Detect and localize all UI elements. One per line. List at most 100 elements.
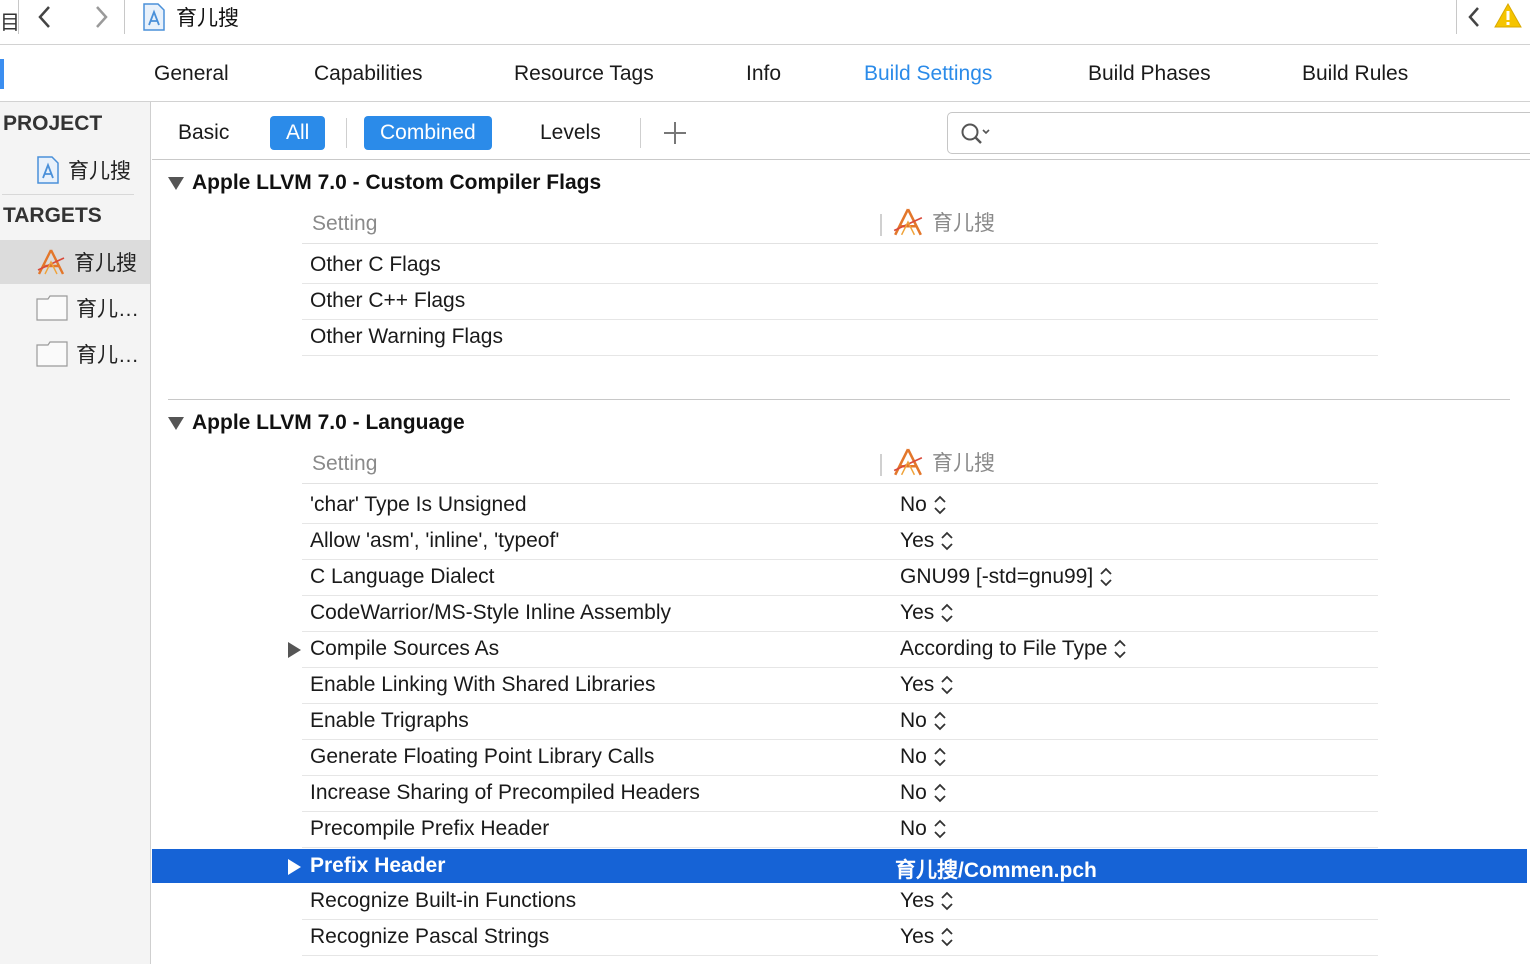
divider [18, 0, 19, 34]
setting-value: GNU99 [-std=gnu99] [900, 565, 1094, 588]
setting-row[interactable]: Increase Sharing of Precompiled Headers … [302, 776, 1378, 812]
app-target-icon [37, 249, 65, 275]
sidebar-item-project[interactable]: 育儿搜 [0, 148, 150, 192]
popup-stepper-icon [941, 675, 953, 695]
setting-value-popup[interactable]: Yes [900, 889, 954, 913]
search-input[interactable] [998, 119, 1528, 147]
divider [2, 194, 134, 195]
view-combined-button[interactable]: Combined [364, 116, 492, 150]
section-title: Apple LLVM 7.0 - Custom Compiler Flags [192, 171, 602, 194]
column-divider [880, 454, 882, 476]
divider [640, 118, 641, 148]
setting-name: Precompile Prefix Header [310, 817, 550, 840]
setting-value-popup[interactable]: No [900, 493, 947, 517]
setting-row[interactable]: C Language Dialect GNU99 [-std=gnu99] [302, 560, 1378, 596]
filter-all-button[interactable]: All [270, 116, 326, 150]
setting-name: Enable Linking With Shared Libraries [310, 673, 656, 696]
setting-row-selected[interactable]: Prefix Header 育儿搜/Commen.pch [152, 849, 1527, 883]
build-settings-table: Apple LLVM 7.0 - Custom Compiler Flags S… [152, 160, 1530, 964]
tab-build-settings[interactable]: Build Settings [864, 45, 992, 103]
setting-row[interactable]: Enable Linking With Shared Libraries Yes [302, 668, 1378, 704]
setting-row[interactable]: CodeWarrior/MS-Style Inline Assembly Yes [302, 596, 1378, 632]
setting-row[interactable]: Other Warning Flags [302, 320, 1378, 356]
plus-icon [664, 122, 686, 144]
divider [124, 0, 125, 34]
warning-icon [1494, 2, 1522, 28]
setting-row[interactable]: Recognize Built-in Functions Yes [302, 884, 1378, 920]
sidebar-item-target-app[interactable]: 育儿搜 [0, 240, 150, 284]
section-header-custom-compiler-flags[interactable]: Apple LLVM 7.0 - Custom Compiler Flags [168, 168, 601, 198]
setting-value: No [900, 493, 927, 516]
setting-value-popup[interactable]: According to File Type [900, 637, 1127, 661]
section-title: Apple LLVM 7.0 - Language [192, 411, 465, 434]
setting-value-popup[interactable]: Yes [900, 673, 954, 697]
bundle-target-icon [36, 341, 68, 367]
issue-prev-button[interactable] [1462, 0, 1486, 34]
setting-value-popup[interactable]: No [900, 817, 947, 841]
setting-value-popup[interactable]: Yes [900, 925, 954, 949]
app-target-icon [893, 208, 923, 236]
section-header-language[interactable]: Apple LLVM 7.0 - Language [168, 408, 465, 438]
setting-value: Yes [900, 925, 935, 948]
setting-row[interactable]: 'char' Type Is Unsigned No [302, 488, 1378, 524]
divider [1456, 0, 1457, 34]
divider [346, 118, 347, 148]
setting-row[interactable]: Precompile Prefix Header No [302, 812, 1378, 848]
tab-capabilities[interactable]: Capabilities [314, 45, 423, 103]
setting-row[interactable]: Enable Trigraphs No [302, 704, 1378, 740]
sidebar-item-target-tests[interactable]: 育儿… [0, 286, 150, 330]
popup-stepper-icon [934, 711, 946, 731]
settings-search-field[interactable] [947, 112, 1530, 154]
column-target: 育儿搜 [892, 447, 995, 477]
chevron-left-icon [1468, 7, 1479, 27]
popup-stepper-icon [941, 531, 953, 551]
sidebar-item-label: 育儿搜 [68, 160, 131, 183]
section-divider [168, 399, 1510, 400]
sidebar-item-label: 育儿搜 [74, 252, 137, 275]
setting-row[interactable]: Other C++ Flags [302, 284, 1378, 320]
column-setting-label: Setting [312, 452, 378, 475]
setting-row[interactable]: Compile Sources As According to File Typ… [288, 632, 1378, 668]
column-target: 育儿搜 [892, 207, 995, 237]
setting-value-popup[interactable]: No [900, 781, 947, 805]
disclosure-triangle-closed-icon[interactable] [288, 642, 301, 658]
jump-bar-project[interactable]: 育儿搜 [142, 2, 239, 32]
add-setting-button[interactable] [662, 120, 688, 146]
tab-resource-tags[interactable]: Resource Tags [514, 45, 654, 103]
editor-tab-bar: General Capabilities Resource Tags Info … [0, 44, 1530, 102]
tab-build-phases[interactable]: Build Phases [1088, 45, 1211, 103]
setting-value: According to File Type [900, 637, 1108, 660]
disclosure-triangle-closed-icon[interactable] [288, 859, 301, 875]
nav-forward-button[interactable] [86, 0, 116, 34]
tab-info[interactable]: Info [746, 45, 781, 103]
column-target-label: 育儿搜 [932, 212, 995, 235]
setting-name: Enable Trigraphs [310, 709, 469, 732]
setting-value-text[interactable]: 育儿搜/Commen.pch [895, 854, 1097, 884]
warning-button[interactable] [1494, 2, 1522, 34]
setting-row[interactable]: Other C Flags [302, 248, 1378, 284]
project-header: PROJECT [3, 112, 103, 135]
nav-back-button[interactable] [30, 0, 60, 34]
setting-value-popup[interactable]: GNU99 [-std=gnu99] [900, 565, 1113, 589]
tab-general[interactable]: General [154, 45, 229, 103]
view-levels-button[interactable]: Levels [526, 116, 615, 150]
setting-name: Recognize Pascal Strings [310, 925, 550, 948]
jump-bar-project-label: 育儿搜 [176, 7, 239, 30]
setting-name: Other C++ Flags [310, 289, 466, 312]
setting-value-popup[interactable]: Yes [900, 529, 954, 553]
setting-row[interactable]: Generate Floating Point Library Calls No [302, 740, 1378, 776]
target-list-toggle[interactable] [0, 59, 4, 89]
setting-value-popup[interactable]: No [900, 709, 947, 733]
setting-row[interactable]: Recognize Pascal Strings Yes [302, 920, 1378, 956]
setting-value-popup[interactable]: Yes [900, 601, 954, 625]
setting-row[interactable]: Allow 'asm', 'inline', 'typeof' Yes [302, 524, 1378, 560]
sidebar-item-target-uitests[interactable]: 育儿… [0, 332, 150, 376]
popup-stepper-icon [1114, 639, 1127, 659]
popup-stepper-icon [934, 819, 946, 839]
setting-name: Other C Flags [310, 253, 441, 276]
setting-value-popup[interactable]: No [900, 745, 947, 769]
tab-build-rules[interactable]: Build Rules [1302, 45, 1408, 103]
project-target-sidebar: PROJECT 育儿搜 TARGETS 育儿搜 育儿… 育儿… [0, 102, 151, 964]
filter-basic-button[interactable]: Basic [164, 116, 243, 150]
jump-bar: 目 育儿搜 [0, 0, 1530, 34]
